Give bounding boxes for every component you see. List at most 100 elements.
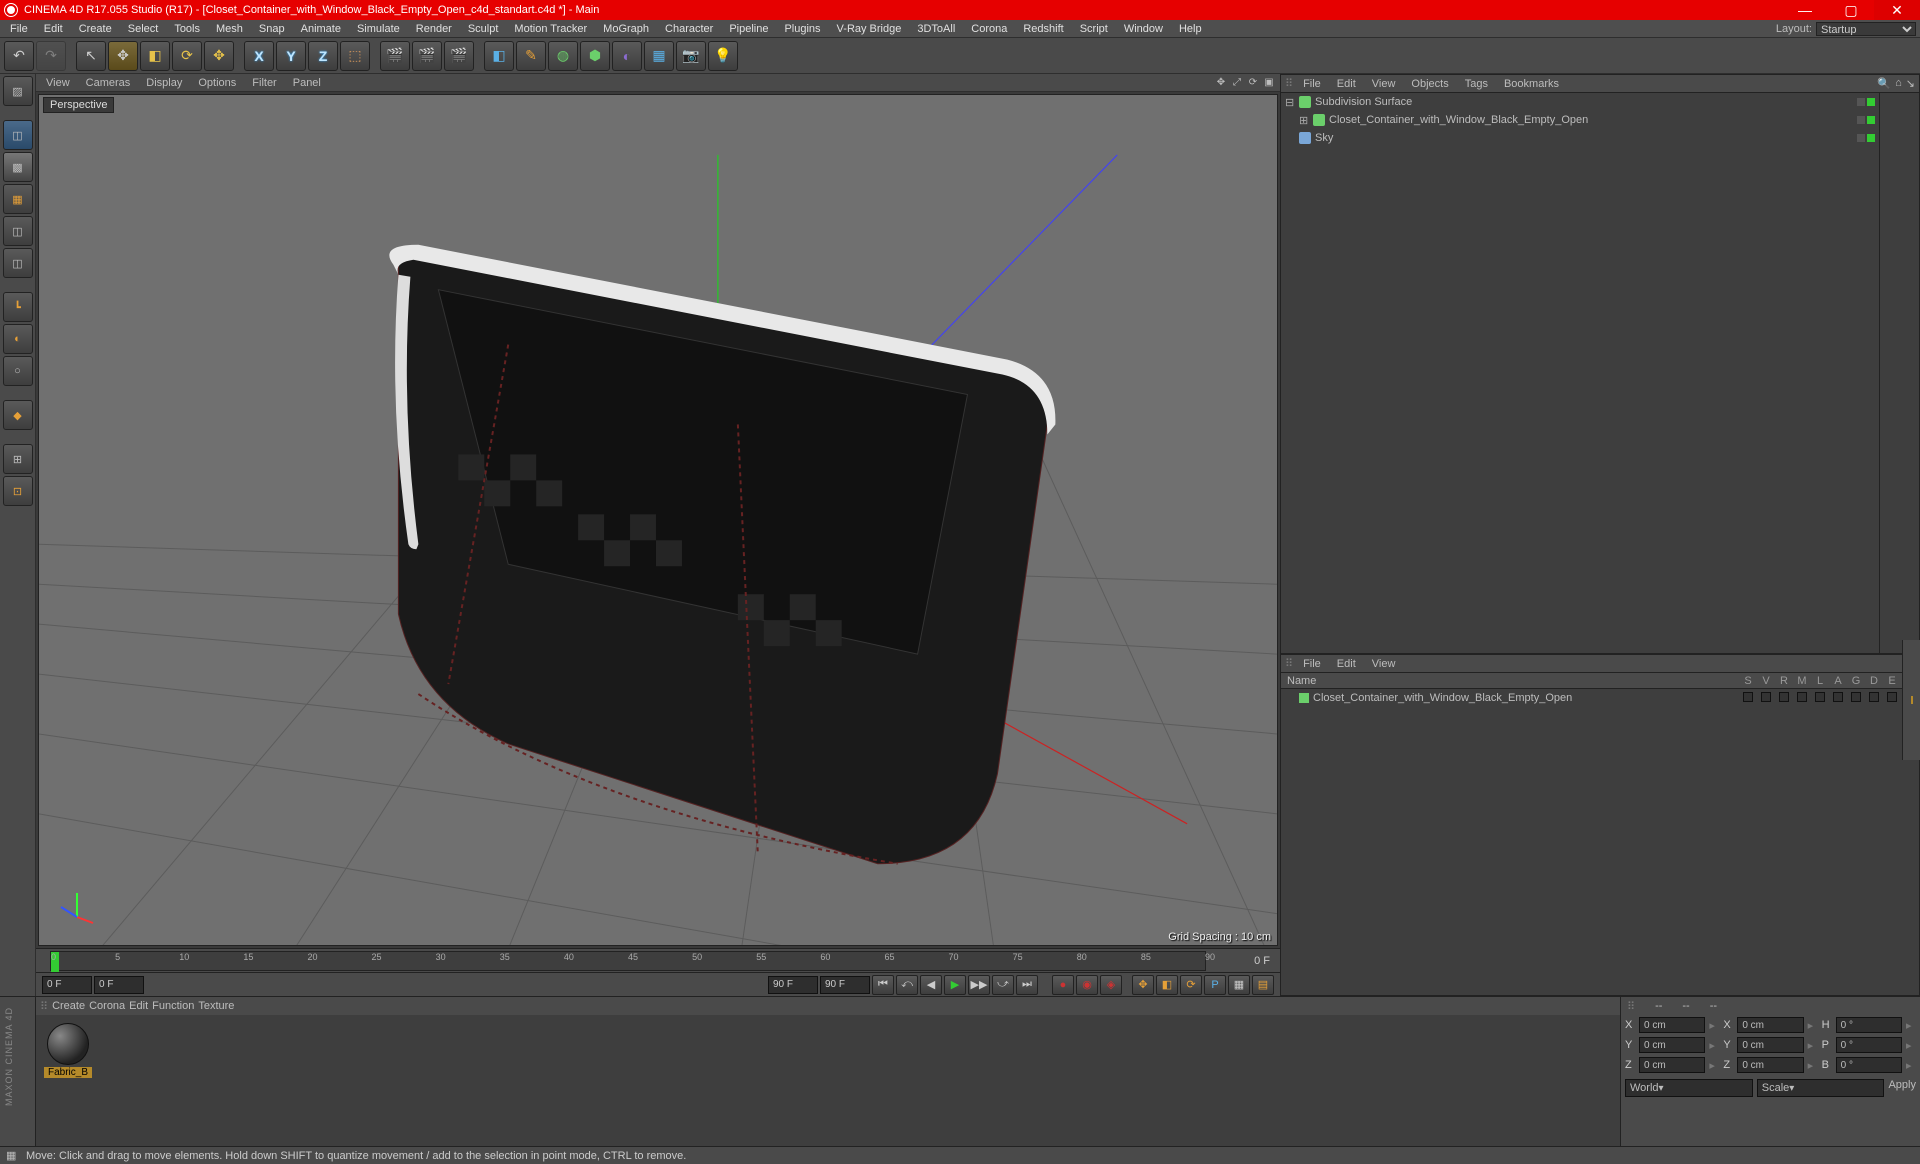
texture-mode-button[interactable]: ▩ bbox=[3, 152, 33, 182]
material-name[interactable]: Fabric_B bbox=[44, 1067, 92, 1078]
z-axis-lock[interactable]: Z bbox=[308, 41, 338, 71]
om-arrow-icon[interactable]: ↘ bbox=[1906, 77, 1915, 90]
menu-mesh[interactable]: Mesh bbox=[210, 22, 249, 36]
coord-grip-icon[interactable]: ⠿ bbox=[1627, 1000, 1635, 1013]
mat-menu-create[interactable]: Create bbox=[52, 1000, 85, 1012]
next-key-button[interactable]: ⤻ bbox=[992, 975, 1014, 995]
add-camera-button[interactable]: 📷 bbox=[676, 41, 706, 71]
vp-menu-panel[interactable]: Panel bbox=[287, 76, 327, 90]
undo-button[interactable]: ↶ bbox=[4, 41, 34, 71]
menu-motion-tracker[interactable]: Motion Tracker bbox=[508, 22, 593, 36]
add-deformer-button[interactable]: ◐ bbox=[612, 41, 642, 71]
menu-3dtoall[interactable]: 3DToAll bbox=[911, 22, 961, 36]
pos-key-button[interactable]: ✥ bbox=[1132, 975, 1154, 995]
mat-grip-icon[interactable]: ⠿ bbox=[40, 1000, 48, 1013]
viewport[interactable]: Perspective bbox=[38, 94, 1278, 946]
redo-button[interactable]: ↷ bbox=[36, 41, 66, 71]
om-menu-edit[interactable]: Edit bbox=[1331, 77, 1362, 91]
menu-mograph[interactable]: MoGraph bbox=[597, 22, 655, 36]
snap-toggle-button[interactable]: ⊞ bbox=[3, 444, 33, 474]
param-key-button[interactable]: P bbox=[1204, 975, 1226, 995]
vis-render-dot[interactable] bbox=[1867, 116, 1875, 124]
coord-size-field[interactable]: 0 cm bbox=[1737, 1017, 1803, 1033]
model-mode-button[interactable]: ◫ bbox=[3, 120, 33, 150]
coord-apply-button[interactable]: Apply bbox=[1888, 1079, 1916, 1097]
layout-dropdown[interactable]: Startup bbox=[1816, 22, 1916, 36]
menu-character[interactable]: Character bbox=[659, 22, 719, 36]
x-axis-lock[interactable]: X bbox=[244, 41, 274, 71]
menu-render[interactable]: Render bbox=[410, 22, 458, 36]
mat-menu-function[interactable]: Function bbox=[152, 1000, 194, 1012]
menu-simulate[interactable]: Simulate bbox=[351, 22, 406, 36]
coord-rot-field[interactable]: 0 ° bbox=[1836, 1057, 1902, 1073]
make-editable-button[interactable]: ▨ bbox=[3, 76, 33, 106]
om-grip-icon[interactable]: ⠿ bbox=[1285, 77, 1293, 90]
prev-frame-button[interactable]: ◀ bbox=[920, 975, 942, 995]
add-environment-button[interactable]: ▦ bbox=[644, 41, 674, 71]
vp-nav1-icon[interactable]: ✥ bbox=[1214, 76, 1228, 90]
maximize-button[interactable]: ▢ bbox=[1828, 0, 1874, 20]
tree-row[interactable]: Sky bbox=[1281, 129, 1879, 147]
pla-key-button[interactable]: ▦ bbox=[1228, 975, 1250, 995]
coord-rot-field[interactable]: 0 ° bbox=[1836, 1017, 1902, 1033]
layer-toggle-g[interactable] bbox=[1847, 692, 1865, 705]
coord-size-field[interactable]: 0 cm bbox=[1737, 1057, 1803, 1073]
layers-rows[interactable]: Closet_Container_with_Window_Black_Empty… bbox=[1281, 689, 1919, 707]
vp-nav2-icon[interactable]: ⤢ bbox=[1230, 76, 1244, 90]
next-frame-button[interactable]: ▶▶ bbox=[968, 975, 990, 995]
uv-point-button[interactable]: ◐ bbox=[3, 324, 33, 354]
snap-settings-button[interactable]: ⊡ bbox=[3, 476, 33, 506]
layers-menu-file[interactable]: File bbox=[1297, 657, 1327, 671]
layers-grip-icon[interactable]: ⠿ bbox=[1285, 657, 1293, 670]
vp-menu-options[interactable]: Options bbox=[192, 76, 242, 90]
layer-toggle-l[interactable] bbox=[1811, 692, 1829, 705]
layer-color-icon[interactable] bbox=[1299, 693, 1309, 703]
scale-key-button[interactable]: ◧ bbox=[1156, 975, 1178, 995]
record-button[interactable]: ● bbox=[1052, 975, 1074, 995]
menu-edit[interactable]: Edit bbox=[38, 22, 69, 36]
timeline-ruler[interactable]: 051015202530354045505560657075808590 0 F bbox=[36, 948, 1280, 972]
tweak-mode-button[interactable]: ◆ bbox=[3, 400, 33, 430]
goto-start-button[interactable]: ⏮ bbox=[872, 975, 894, 995]
add-light-button[interactable]: 💡 bbox=[708, 41, 738, 71]
prev-key-button[interactable]: ⤺ bbox=[896, 975, 918, 995]
vp-menu-view[interactable]: View bbox=[40, 76, 76, 90]
vp-menu-cameras[interactable]: Cameras bbox=[80, 76, 137, 90]
coord-pos-field[interactable]: 0 cm bbox=[1639, 1057, 1705, 1073]
layer-toggle-a[interactable] bbox=[1829, 692, 1847, 705]
goto-end-button[interactable]: ⏭ bbox=[1016, 975, 1038, 995]
menu-script[interactable]: Script bbox=[1074, 22, 1114, 36]
minimize-button[interactable]: — bbox=[1782, 0, 1828, 20]
add-cube-button[interactable]: ◧ bbox=[484, 41, 514, 71]
om-menu-bookmarks[interactable]: Bookmarks bbox=[1498, 77, 1565, 91]
layer-toggle-r[interactable] bbox=[1775, 692, 1793, 705]
layer-row[interactable]: Closet_Container_with_Window_Black_Empty… bbox=[1281, 689, 1919, 707]
axis-mode-button[interactable]: ┗ bbox=[3, 292, 33, 322]
coord-pos-field[interactable]: 0 cm bbox=[1639, 1017, 1705, 1033]
coord-system-button[interactable]: ⬚ bbox=[340, 41, 370, 71]
vis-editor-dot[interactable] bbox=[1857, 98, 1865, 106]
mat-menu-edit[interactable]: Edit bbox=[129, 1000, 148, 1012]
range-start-field[interactable]: 0 F bbox=[42, 976, 92, 994]
attributes-tab[interactable] bbox=[1902, 640, 1920, 760]
om-home-icon[interactable]: ⌂ bbox=[1895, 77, 1902, 90]
menu-tools[interactable]: Tools bbox=[168, 22, 206, 36]
range-end-field[interactable]: 90 F bbox=[820, 976, 870, 994]
layer-toggle-d[interactable] bbox=[1865, 692, 1883, 705]
point-mode-button[interactable]: ◫ bbox=[3, 216, 33, 246]
autokey-button[interactable]: ◉ bbox=[1076, 975, 1098, 995]
vp-menu-filter[interactable]: Filter bbox=[246, 76, 282, 90]
menu-animate[interactable]: Animate bbox=[295, 22, 347, 36]
om-menu-tags[interactable]: Tags bbox=[1459, 77, 1494, 91]
expand-icon[interactable]: ⊞ bbox=[1299, 114, 1309, 127]
timeline-button[interactable]: ▤ bbox=[1252, 975, 1274, 995]
scale-tool[interactable]: ◧ bbox=[140, 41, 170, 71]
material-swatch[interactable]: Fabric_B bbox=[44, 1023, 92, 1078]
render-view-button[interactable]: 🎬 bbox=[380, 41, 410, 71]
render-settings-button[interactable]: 🎬 bbox=[444, 41, 474, 71]
om-menu-view[interactable]: View bbox=[1366, 77, 1402, 91]
menu-plugins[interactable]: Plugins bbox=[778, 22, 826, 36]
vis-render-dot[interactable] bbox=[1867, 98, 1875, 106]
play-button[interactable]: ▶ bbox=[944, 975, 966, 995]
layers-menu-view[interactable]: View bbox=[1366, 657, 1402, 671]
